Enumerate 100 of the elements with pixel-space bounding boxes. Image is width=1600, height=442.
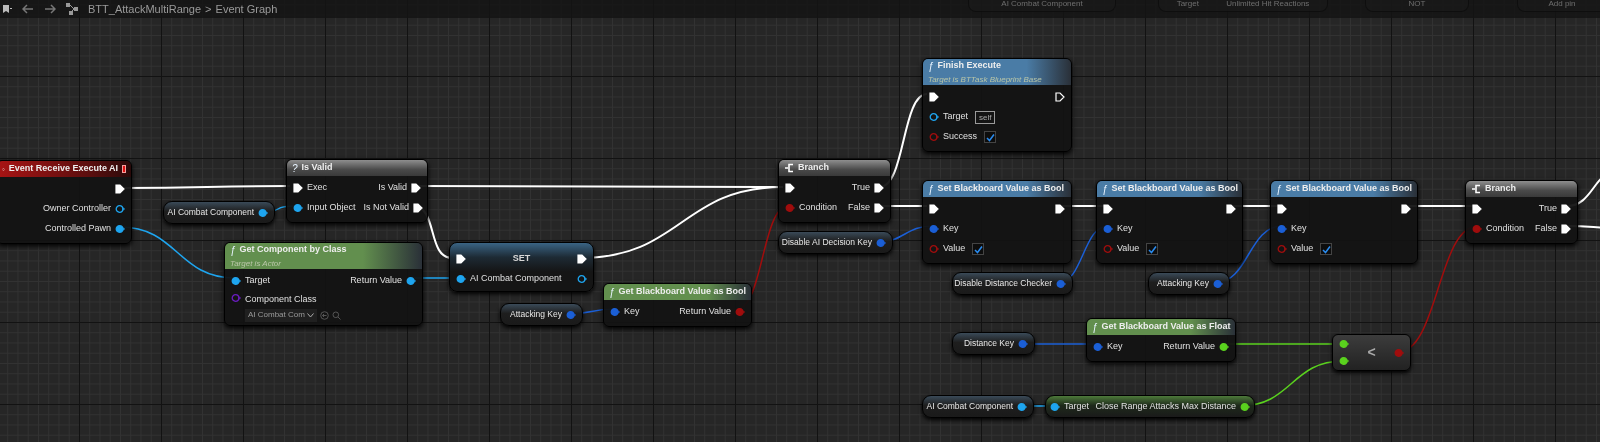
node-glyph: ƒ <box>1092 320 1098 335</box>
blueprint-node[interactable]: ƒ Get Blackboard Value as Float Key Return Value <box>1086 318 1236 362</box>
data-pin-icon[interactable] <box>115 224 125 234</box>
variable-name: Attacking Key <box>1157 277 1209 290</box>
exec-pin-icon[interactable] <box>1472 204 1482 214</box>
back-arrow-icon[interactable] <box>22 4 34 14</box>
caret-icon <box>306 312 314 318</box>
value-field[interactable]: self <box>975 110 996 124</box>
variable-node[interactable]: AI Combat Component <box>922 395 1034 418</box>
use-selected-icon[interactable] <box>319 310 329 320</box>
exec-pin-icon[interactable] <box>1401 204 1411 214</box>
exec-pin-icon[interactable] <box>115 184 125 194</box>
branch-icon <box>784 163 794 173</box>
set-node[interactable]: SET AI Combat Component <box>449 242 594 292</box>
exec-pin-icon[interactable] <box>1055 92 1065 102</box>
faded-node-label: Add pin <box>1548 0 1576 10</box>
node-glyph: ƒ <box>1102 182 1108 197</box>
exec-pin-icon[interactable] <box>577 254 587 264</box>
data-pin-icon[interactable] <box>258 207 268 218</box>
pin-label: Success <box>943 130 977 144</box>
blueprint-node[interactable]: ƒ Set Blackboard Value as Bool Key Value <box>922 180 1072 264</box>
exec-pin-icon[interactable] <box>456 254 466 264</box>
data-pin-icon[interactable] <box>1339 356 1349 366</box>
blueprint-node[interactable]: ƒ Finish Execute Target is BTTask Blueprint Base Target self Success <box>922 58 1072 152</box>
blueprint-node[interactable]: ƒ Get Component by Class Target is Actor Target Return Value Component Class AI Combat Com <box>224 242 423 326</box>
breadcrumb-graph[interactable]: Event Graph <box>215 0 278 18</box>
blueprint-node[interactable]: ƒ Set Blackboard Value as Bool Key Value <box>1270 180 1418 264</box>
exec-pin-icon[interactable] <box>1226 204 1236 214</box>
bookmark-icon[interactable] <box>2 4 12 14</box>
exec-pin-icon[interactable] <box>1561 204 1571 214</box>
node-title: Finish Execute <box>937 59 1003 73</box>
pin-label: Close Range Attacks Max Distance <box>1095 399 1236 413</box>
node-glyph: ƒ <box>928 182 934 197</box>
faded-node-label: Target <box>1176 0 1199 10</box>
data-pin-icon[interactable] <box>115 204 125 214</box>
blueprint-node[interactable]: ? Is Valid Exec Is Valid Input Object Is Not Valid <box>286 159 428 223</box>
checkbox[interactable] <box>1320 243 1333 255</box>
data-pin-icon[interactable] <box>1017 401 1027 412</box>
exec-pin-icon[interactable] <box>1277 204 1287 214</box>
pin-label: Key <box>624 305 640 319</box>
variable-node[interactable]: Attacking Key <box>500 303 583 326</box>
forward-arrow-icon[interactable] <box>44 4 56 14</box>
data-pin-icon[interactable] <box>1219 342 1229 352</box>
checkbox[interactable] <box>1146 243 1159 255</box>
pin-label: False <box>1535 222 1557 236</box>
node-title: Get Blackboard Value as Float <box>1101 320 1231 334</box>
pin-label: Key <box>1117 222 1133 236</box>
node-subtitle: Target is BTTask Blueprint Base <box>928 73 1043 86</box>
faded-node-label: Unlimited Hit Reactions <box>1226 0 1310 10</box>
node-title: Set Blackboard Value as Bool <box>1111 182 1239 196</box>
variable-node[interactable]: Disable AI Decision Key <box>778 231 893 254</box>
data-pin-icon[interactable] <box>1240 401 1250 412</box>
data-pin-icon[interactable] <box>1050 401 1060 412</box>
getter-node[interactable]: Target Close Range Attacks Max Distance <box>1045 395 1255 418</box>
node-title: Set Blackboard Value as Bool <box>937 182 1066 196</box>
variable-node[interactable]: Disable Distance Checker <box>952 272 1073 295</box>
exec-pin-icon[interactable] <box>412 203 423 213</box>
variable-node[interactable]: AI Combat Component <box>163 201 275 224</box>
exec-pin-icon[interactable] <box>929 92 939 102</box>
exec-pin-icon[interactable] <box>785 183 795 193</box>
data-pin-icon[interactable] <box>293 203 303 213</box>
exec-pin-icon[interactable] <box>411 183 421 193</box>
data-pin-icon[interactable] <box>231 276 241 286</box>
pin-label: Is Not Valid <box>363 201 409 215</box>
variable-node[interactable]: Attacking Key <box>1148 272 1230 295</box>
exec-pin-icon[interactable] <box>929 204 939 214</box>
pin-label: Input Object <box>307 201 356 215</box>
exec-pin-icon[interactable] <box>874 203 884 213</box>
data-pin-icon[interactable] <box>456 274 466 284</box>
node-title: Event Receive Execute AI <box>8 162 119 176</box>
data-pin-icon[interactable] <box>1339 339 1349 349</box>
faded-node-label: NOT <box>1408 0 1426 10</box>
class-dropdown[interactable]: AI Combat Com <box>245 308 317 322</box>
node-title: Get Blackboard Value as Bool <box>618 285 747 299</box>
pin-label: True <box>1538 202 1557 216</box>
checkbox[interactable] <box>972 243 985 255</box>
blueprint-node[interactable]: ƒ Set Blackboard Value as Bool Key Value <box>1096 180 1243 264</box>
variable-node[interactable]: Distance Key <box>952 332 1035 355</box>
pin-label: AI Combat Component <box>470 272 562 286</box>
pin-label: Controlled Pawn <box>44 222 111 236</box>
variable-name: Distance Key <box>963 337 1014 350</box>
data-pin-icon[interactable] <box>929 112 939 122</box>
node-glyph: ƒ <box>230 243 236 258</box>
blueprint-node[interactable]: Event Receive Execute AI Owner Controller Controlled Pawn <box>0 160 132 244</box>
exec-pin-icon[interactable] <box>1055 204 1065 214</box>
exec-pin-icon[interactable] <box>874 183 884 193</box>
variable-name: Attacking Key <box>510 308 562 321</box>
blueprint-node[interactable]: Branch True Condition False <box>778 159 891 223</box>
breadcrumb-asset[interactable]: BTT_AttackMultiRange <box>88 0 202 18</box>
data-pin-icon[interactable] <box>577 274 587 284</box>
operator-node[interactable]: < <box>1332 334 1411 371</box>
exec-pin-icon[interactable] <box>1561 224 1571 234</box>
pin-label: Key <box>1291 222 1307 236</box>
exec-pin-icon[interactable] <box>1103 204 1113 214</box>
pin-label: Value <box>1117 242 1140 256</box>
exec-pin-icon[interactable] <box>293 183 303 193</box>
pin-label: Key <box>1107 340 1123 354</box>
blueprint-node[interactable]: Branch True Condition False <box>1465 180 1578 244</box>
checkbox[interactable] <box>984 131 996 143</box>
data-pin-icon[interactable] <box>406 276 416 286</box>
